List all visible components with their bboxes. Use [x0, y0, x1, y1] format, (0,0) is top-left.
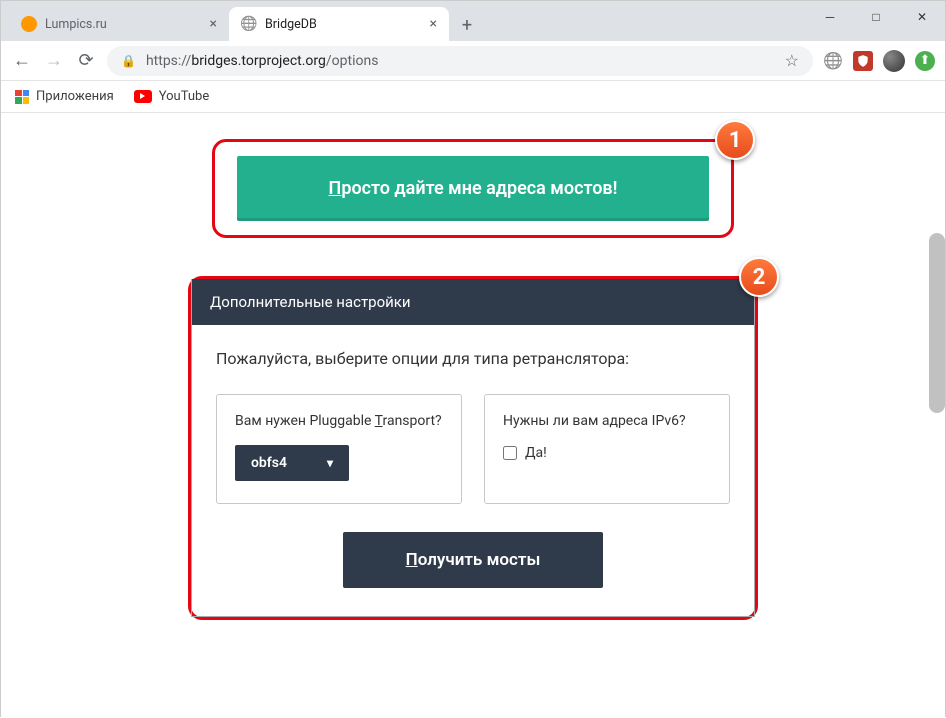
page-viewport: 1 Просто дайте мне адреса мостов! 2 Допо… [1, 113, 945, 718]
tab-bridgedb[interactable]: BridgeDB × [229, 7, 449, 41]
favicon-bridgedb [241, 16, 257, 32]
extension-globe-icon[interactable] [823, 51, 843, 71]
profile-avatar[interactable] [883, 50, 905, 72]
youtube-icon [134, 90, 152, 103]
tab-title: BridgeDB [265, 17, 317, 32]
window-close[interactable]: ✕ [899, 1, 945, 33]
transport-select[interactable]: obfs4 [235, 445, 349, 481]
bookmarks-bar: Приложения YouTube [1, 81, 945, 113]
card-question: Нужны ли вам адреса IPv6? [503, 413, 711, 429]
tab-title: Lumpics.ru [45, 17, 107, 32]
nav-back-icon[interactable]: ← [11, 50, 33, 71]
card-ipv6: Нужны ли вам адреса IPv6? Да! [484, 394, 730, 504]
window-minimize[interactable]: ─ [807, 1, 853, 33]
bookmark-label: Приложения [36, 89, 114, 104]
card-question: Вам нужен Pluggable Transport? [235, 413, 443, 429]
bookmark-apps[interactable]: Приложения [15, 89, 114, 104]
url-text: https://bridges.torproject.org/options [146, 53, 379, 69]
address-bar[interactable]: 🔒 https://bridges.torproject.org/options… [107, 46, 813, 76]
new-tab-button[interactable]: + [453, 11, 481, 39]
bookmark-star-icon[interactable]: ☆ [785, 51, 799, 70]
callout-badge-1: 1 [715, 120, 755, 160]
card-pluggable-transport: Вам нужен Pluggable Transport? obfs4 [216, 394, 462, 504]
extension-ublock-icon[interactable] [853, 51, 873, 71]
lock-icon: 🔒 [121, 54, 136, 68]
callout-2: 2 Дополнительные настройки Пожалуйста, в… [188, 276, 758, 620]
window-controls: ─ □ ✕ [807, 1, 945, 33]
nav-forward-icon: → [43, 50, 65, 71]
bookmark-youtube[interactable]: YouTube [134, 89, 210, 104]
panel-prompt: Пожалуйста, выберите опции для типа ретр… [216, 349, 730, 368]
tab-lumpics[interactable]: Lumpics.ru × [9, 7, 229, 41]
tab-strip: Lumpics.ru × BridgeDB × + [1, 1, 945, 41]
transport-value: obfs4 [251, 455, 287, 471]
ipv6-checkbox[interactable] [503, 446, 517, 460]
nav-reload-icon[interactable]: ⟳ [75, 50, 97, 71]
advanced-panel: Дополнительные настройки Пожалуйста, выб… [191, 279, 755, 617]
tab-close-icon[interactable]: × [430, 16, 437, 32]
favicon-lumpics [21, 16, 37, 32]
just-give-bridges-button[interactable]: Просто дайте мне адреса мостов! [237, 156, 709, 221]
callout-1: 1 Просто дайте мне адреса мостов! [212, 139, 734, 238]
extension-green-icon[interactable]: ⬆ [915, 51, 935, 71]
browser-toolbar: ← → ⟳ 🔒 https://bridges.torproject.org/o… [1, 41, 945, 81]
get-bridges-button[interactable]: Получить мосты [343, 532, 603, 588]
ipv6-checkbox-row[interactable]: Да! [503, 445, 547, 461]
panel-header: Дополнительные настройки [192, 279, 754, 325]
bookmark-label: YouTube [159, 89, 210, 104]
tab-close-icon[interactable]: × [210, 16, 217, 32]
ipv6-yes-label: Да! [525, 445, 547, 461]
callout-badge-2: 2 [739, 257, 779, 297]
apps-grid-icon [15, 90, 29, 104]
window-maximize[interactable]: □ [853, 1, 899, 33]
